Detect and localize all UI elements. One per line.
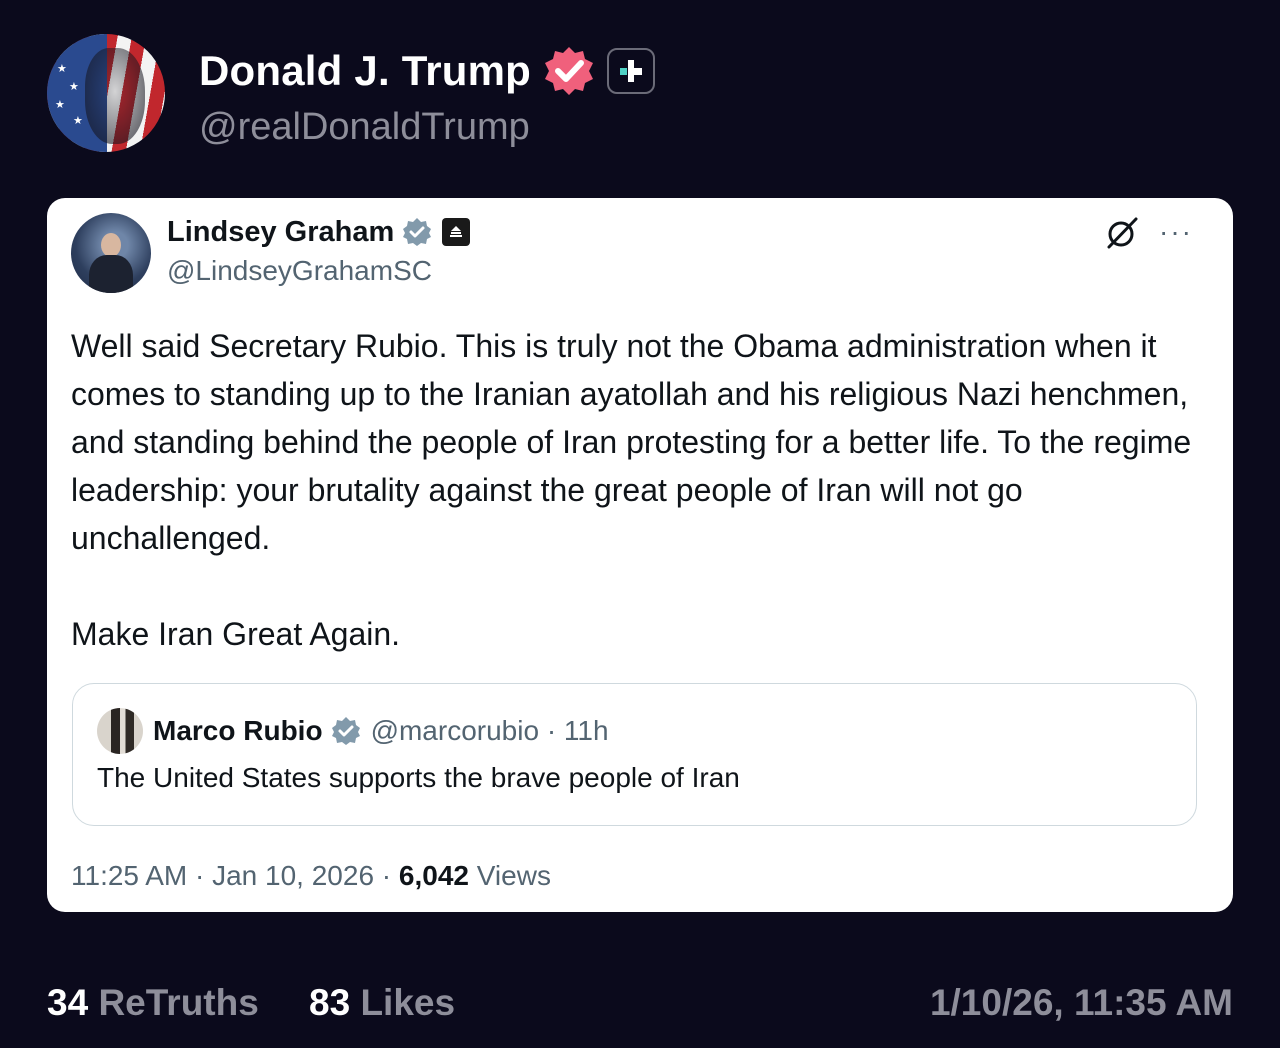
likes-count: 83 (309, 982, 351, 1023)
name-row: Donald J. Trump (199, 44, 656, 98)
embedded-text: The United States supports the brave peo… (97, 762, 740, 793)
author-name[interactable]: Lindsey Graham (167, 216, 394, 249)
retruths-label: ReTruths (98, 982, 259, 1023)
author-avatar[interactable] (71, 213, 151, 293)
post-header: ★ ★ ★ ★ Donald J. Trump @realDonaldTrump (0, 0, 1280, 190)
embedded-author-name[interactable]: Marco Rubio (153, 715, 323, 747)
truth-plus-icon (607, 48, 656, 94)
government-badge-icon (442, 218, 471, 246)
quoted-post-card[interactable]: Lindsey Graham @LindseyGrahamSC ··· Well… (47, 198, 1233, 912)
avatar[interactable]: ★ ★ ★ ★ (47, 34, 165, 152)
likes-stat[interactable]: 83 Likes (309, 982, 455, 1024)
verified-icon (545, 47, 594, 95)
post-text: Well said Secretary Rubio. This is truly… (71, 322, 1201, 658)
retruths-stat[interactable]: 34 ReTruths (47, 982, 259, 1024)
author-handle[interactable]: @LindseyGrahamSC (167, 255, 432, 287)
post-meta: 11:25 AM · Jan 10, 2026 · 6,042 Views (71, 860, 551, 892)
retruths-count: 34 (47, 982, 89, 1023)
author-name-row: Lindsey Graham (167, 212, 471, 252)
post-paragraph: Well said Secretary Rubio. This is truly… (71, 328, 1192, 556)
handle[interactable]: @realDonaldTrump (199, 106, 530, 149)
views-label: Views (468, 860, 551, 891)
gray-check-icon (331, 717, 360, 745)
embedded-avatar[interactable] (97, 708, 143, 754)
post-timestamp[interactable]: 1/10/26, 11:35 AM (930, 982, 1233, 1024)
embedded-meta: @marcorubio · 11h (370, 715, 609, 746)
more-options-icon[interactable]: ··· (1159, 218, 1193, 246)
views-count: 6,042 (398, 860, 469, 891)
post-footer: 34 ReTruths 83 Likes 1/10/26, 11:35 AM (47, 982, 1233, 1032)
grok-icon[interactable] (1105, 216, 1139, 250)
post-time[interactable]: 11:25 AM · Jan 10, 2026 · (71, 860, 399, 892)
likes-label: Likes (360, 982, 456, 1023)
gray-check-icon (403, 218, 432, 246)
display-name[interactable]: Donald J. Trump (199, 47, 531, 95)
embedded-quote[interactable]: Marco Rubio @marcorubio · 11h The United… (72, 683, 1197, 826)
post-paragraph: Make Iran Great Again. (71, 616, 401, 652)
embedded-author-row: Marco Rubio @marcorubio · 11h (153, 712, 609, 750)
